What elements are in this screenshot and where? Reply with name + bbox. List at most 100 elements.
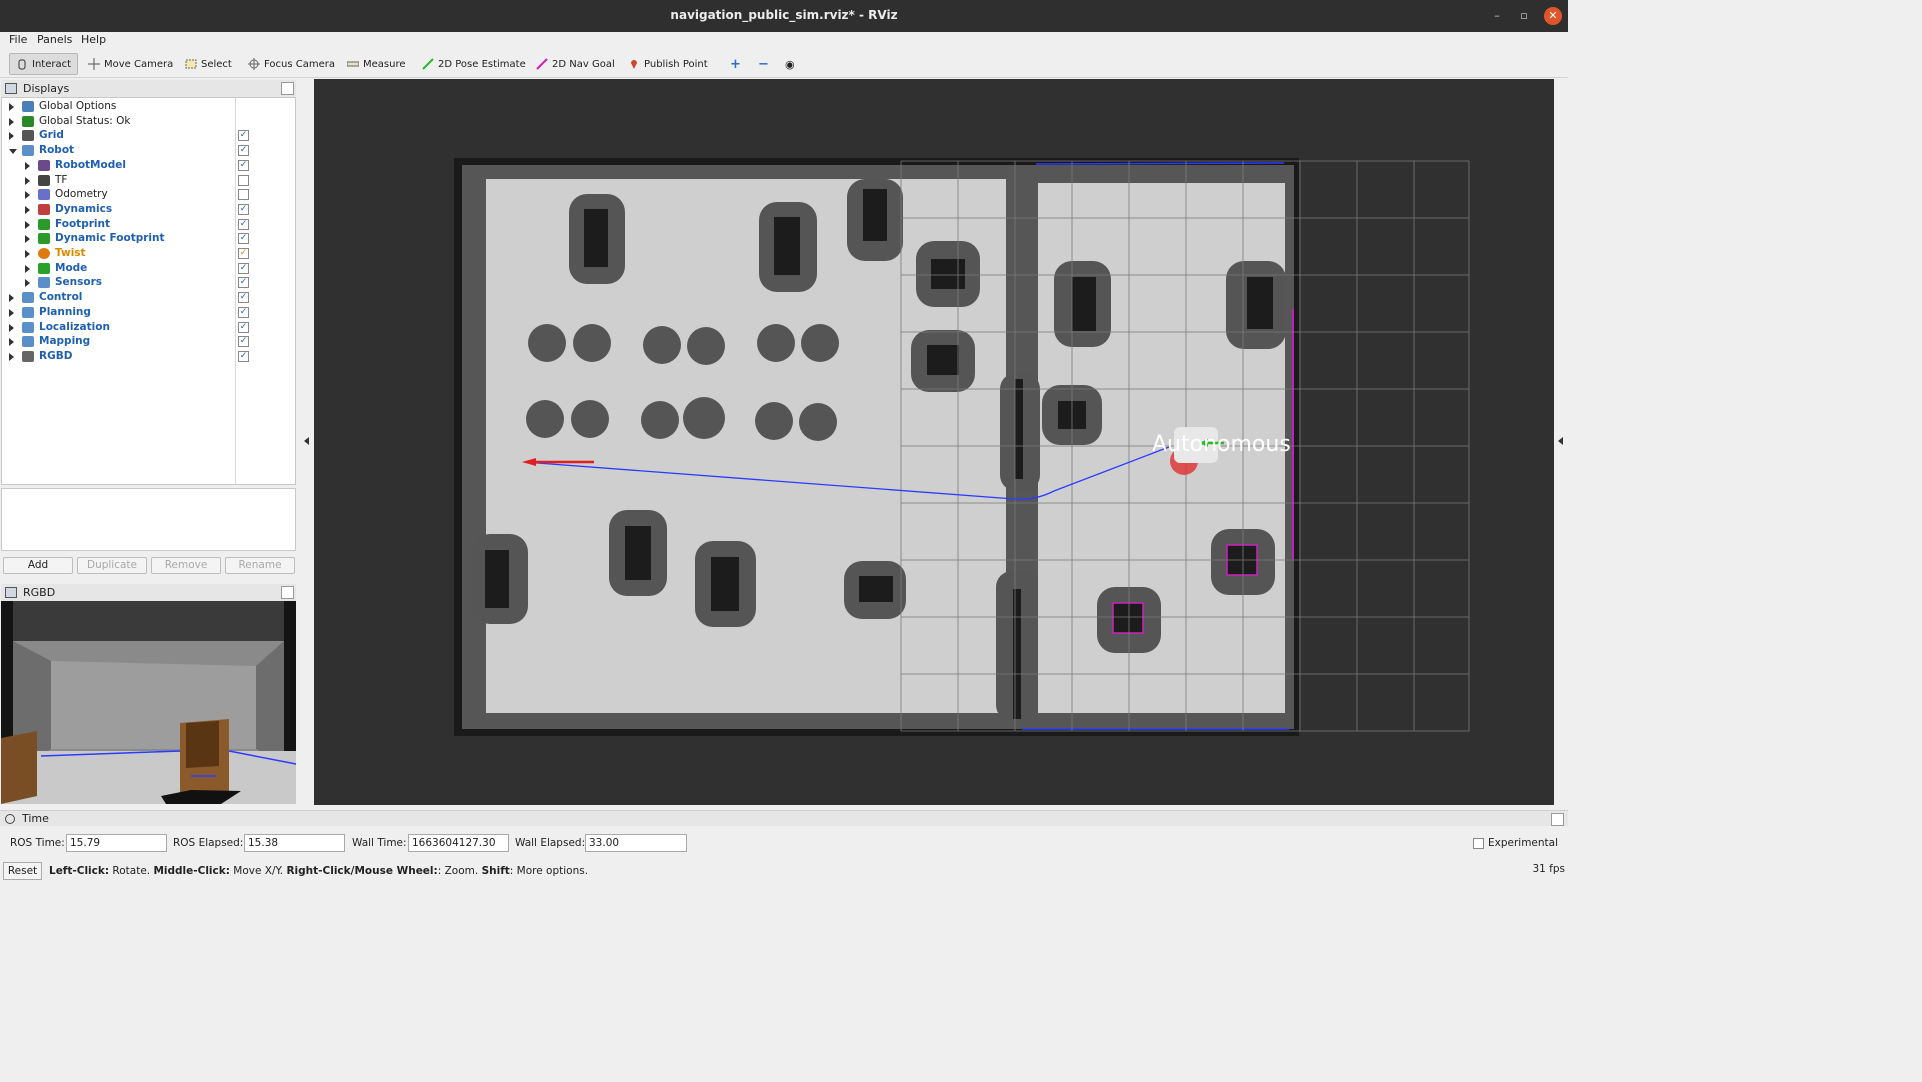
display-item-twist[interactable]: Twist ✓	[2, 247, 295, 262]
folder-icon	[38, 277, 50, 289]
expand-arrow-icon[interactable]	[25, 264, 30, 273]
tool-move-camera-button[interactable]: Move Camera	[82, 53, 179, 75]
duplicate-display-button[interactable]: Duplicate	[77, 557, 147, 574]
wall-elapsed-field[interactable]: 33.00	[585, 834, 687, 852]
display-enable-checkbox[interactable]: ✓	[238, 277, 249, 289]
expand-arrow-icon[interactable]	[9, 294, 14, 303]
move-icon	[88, 58, 100, 70]
display-item-mode[interactable]: Mode ✓	[2, 262, 295, 277]
display-enable-checkbox[interactable]	[238, 189, 249, 201]
display-item-label: Footprint	[55, 217, 110, 230]
view-options-button[interactable]: ◉	[779, 53, 801, 75]
expand-arrow-icon[interactable]	[25, 235, 30, 244]
display-item-odometry[interactable]: Odometry	[2, 188, 295, 203]
expand-arrow-icon[interactable]	[25, 176, 30, 185]
ros-elapsed-field[interactable]: 15.38	[244, 834, 345, 852]
display-enable-checkbox[interactable]: ✓	[238, 218, 249, 230]
display-item-planning[interactable]: Planning ✓	[2, 306, 295, 321]
expand-arrow-icon[interactable]	[25, 205, 30, 214]
display-enable-checkbox[interactable]: ✓	[238, 130, 249, 142]
expand-arrow-icon[interactable]	[25, 279, 30, 288]
tool-select-button[interactable]: Select	[179, 53, 238, 75]
display-item-localization[interactable]: Localization ✓	[2, 321, 295, 336]
rename-display-button[interactable]: Rename	[225, 557, 295, 574]
folder-icon	[22, 336, 34, 348]
display-enable-checkbox[interactable]: ✓	[238, 336, 249, 348]
right-dock-collapse-handle[interactable]	[1554, 79, 1568, 805]
menu-panels[interactable]: Panels	[37, 33, 72, 46]
tool-2d-pose-estimate-button[interactable]: 2D Pose Estimate	[416, 53, 532, 75]
display-item-dynamics[interactable]: Dynamics ✓	[2, 203, 295, 218]
display-item-grid[interactable]: Grid ✓	[2, 129, 295, 144]
help-right-click-desc: : Zoom.	[437, 865, 482, 877]
tool-publish-point-button[interactable]: Publish Point	[622, 53, 714, 75]
folder-icon	[22, 292, 34, 304]
display-item-label: Mapping	[39, 335, 91, 348]
display-item-dynamic-footprint[interactable]: Dynamic Footprint ✓	[2, 232, 295, 247]
undock-time-button[interactable]	[1551, 813, 1564, 826]
undock-displays-button[interactable]	[281, 82, 294, 95]
tool-focus-camera-button[interactable]: Focus Camera	[242, 53, 341, 75]
display-item-global-options[interactable]: Global Options	[2, 100, 295, 115]
reset-button[interactable]: Reset	[3, 862, 42, 880]
tool-interact-button[interactable]: Interact	[9, 53, 79, 75]
display-item-mapping[interactable]: Mapping ✓	[2, 335, 295, 350]
expand-arrow-icon[interactable]	[9, 308, 14, 317]
display-item-robot[interactable]: Robot ✓	[2, 144, 295, 159]
wall-time-field[interactable]: 1663604127.30	[408, 834, 509, 852]
expand-arrow-icon[interactable]	[9, 338, 14, 347]
display-enable-checkbox[interactable]: ✓	[238, 145, 249, 157]
display-enable-checkbox[interactable]: ✓	[238, 159, 249, 171]
help-left-click-desc: Rotate.	[109, 865, 154, 877]
display-enable-checkbox[interactable]: ✓	[238, 292, 249, 304]
tool-measure-button[interactable]: Measure	[341, 53, 412, 75]
display-enable-checkbox[interactable]: ✓	[238, 350, 249, 362]
display-enable-checkbox[interactable]: ✓	[238, 306, 249, 318]
experimental-label: Experimental	[1488, 837, 1559, 849]
expand-arrow-icon[interactable]	[9, 117, 14, 126]
expand-arrow-icon[interactable]	[9, 132, 14, 141]
display-enable-checkbox[interactable]	[238, 174, 249, 186]
tool-2d-nav-goal-button[interactable]: 2D Nav Goal	[530, 53, 621, 75]
add-tool-button[interactable]: +	[724, 53, 747, 75]
display-item-control[interactable]: Control ✓	[2, 291, 295, 306]
remove-tool-button[interactable]: −	[752, 53, 775, 75]
expand-arrow-icon[interactable]	[25, 250, 30, 258]
left-dock-collapse-handle[interactable]	[300, 79, 314, 805]
display-item-robotmodel[interactable]: RobotModel ✓	[2, 159, 295, 174]
display-item-sensors[interactable]: Sensors ✓	[2, 276, 295, 291]
expand-arrow-icon[interactable]	[9, 103, 14, 111]
display-item-tf[interactable]: TF	[2, 174, 295, 189]
experimental-checkbox[interactable]	[1473, 838, 1484, 849]
menu-file[interactable]: File	[9, 33, 27, 46]
displays-panel-title: Displays	[23, 82, 70, 95]
render-viewport[interactable]: Autonomous	[314, 79, 1555, 805]
display-item-label: Twist	[55, 247, 86, 259]
minimize-icon[interactable]: –	[1489, 8, 1505, 24]
close-icon[interactable]: ✕	[1544, 7, 1562, 25]
menu-help[interactable]: Help	[81, 33, 106, 46]
expand-arrow-icon[interactable]	[25, 191, 30, 200]
display-enable-checkbox[interactable]: ✓	[238, 262, 249, 274]
remove-display-button[interactable]: Remove	[151, 557, 221, 574]
display-enable-checkbox[interactable]: ✓	[238, 321, 249, 333]
collapse-arrow-icon[interactable]	[9, 149, 17, 155]
minus-icon: −	[758, 56, 769, 72]
display-item-global-status-ok[interactable]: Global Status: Ok	[2, 115, 295, 130]
display-item-footprint[interactable]: Footprint ✓	[2, 218, 295, 233]
display-enable-checkbox[interactable]: ✓	[238, 233, 249, 245]
displays-tree[interactable]: Global Options Global Status: Ok Grid ✓ Robo…	[1, 97, 296, 485]
diamond-icon	[38, 189, 50, 201]
ros-time-field[interactable]: 15.79	[66, 834, 167, 852]
undock-rgbd-button[interactable]	[281, 586, 294, 599]
expand-arrow-icon[interactable]	[25, 220, 30, 229]
display-enable-checkbox[interactable]: ✓	[238, 248, 249, 259]
restore-icon[interactable]: ▫	[1516, 8, 1532, 24]
display-enable-checkbox[interactable]: ✓	[238, 203, 249, 215]
expand-arrow-icon[interactable]	[9, 323, 14, 332]
rgbd-panel-header: RGBD	[1, 584, 296, 601]
expand-arrow-icon[interactable]	[25, 161, 30, 170]
expand-arrow-icon[interactable]	[9, 352, 14, 361]
display-item-rgbd[interactable]: RGBD ✓	[2, 350, 295, 365]
add-display-button[interactable]: Add	[3, 557, 73, 574]
